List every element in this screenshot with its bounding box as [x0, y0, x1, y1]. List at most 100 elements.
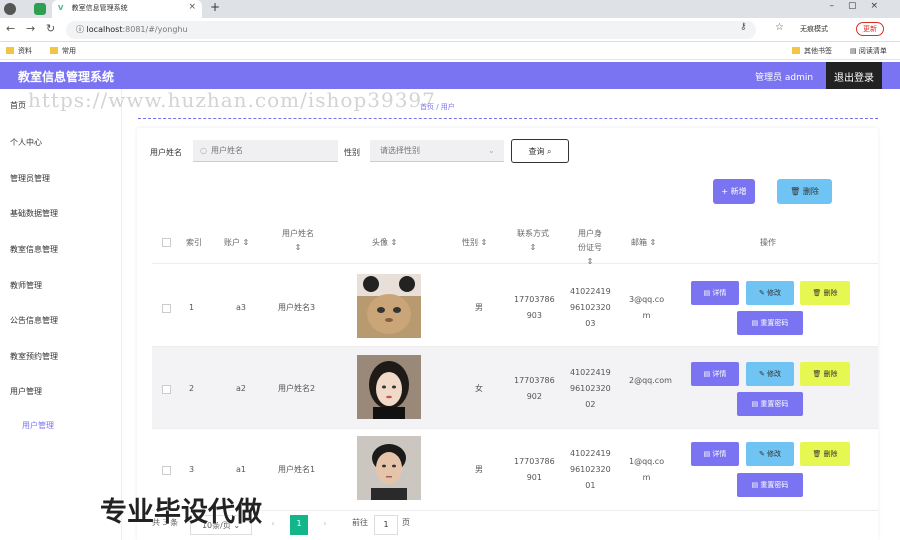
back-icon[interactable]: ← [6, 22, 15, 35]
app-header: 教室信息管理系统 管理员 admin 退出登录 [0, 62, 900, 89]
url-host: localhost [86, 25, 123, 34]
prev-page-icon[interactable]: ‹ [264, 515, 282, 535]
row-checkbox[interactable] [162, 466, 171, 475]
edit-button[interactable]: ✎ 修改 [746, 281, 794, 305]
detail-button[interactable]: ▤ 详情 [691, 362, 739, 386]
page-number-active[interactable]: 1 [290, 515, 308, 535]
reading-list-icon: ▤ [850, 47, 859, 55]
detail-button[interactable]: ▤ 详情 [691, 281, 739, 305]
row-checkbox[interactable] [162, 385, 171, 394]
folder-icon [792, 47, 800, 54]
col-idcard[interactable]: 用户身份证号 ⇕ [575, 227, 605, 269]
gender-filter-label: 性别 [344, 148, 360, 157]
sidebar-item-notices[interactable]: 公告信息管理 [10, 315, 58, 326]
reset-password-button[interactable]: ▤ 重置密码 [737, 311, 803, 335]
cell-account: a1 [236, 465, 246, 474]
overlay-ad-text: 专业毕设代做 [100, 497, 262, 528]
sidebar-item-teachers[interactable]: 教师管理 [10, 280, 42, 291]
goto-page-input[interactable]: 1 [374, 515, 398, 535]
name-filter-label: 用户姓名 [150, 148, 182, 157]
cell-name: 用户姓名1 [278, 465, 316, 474]
key-icon[interactable]: ⚷ [740, 22, 747, 32]
sort-icon[interactable]: ⇕ [243, 238, 250, 247]
delete-button[interactable]: 🗑 删除 [800, 442, 850, 466]
cell-phone: 17703786 902 [514, 376, 555, 401]
select-all-checkbox[interactable] [162, 238, 171, 247]
cell-account: a3 [236, 303, 246, 312]
watermark-text: https://www.huzhan.com/ishop39397 [28, 88, 436, 112]
search-icon: ⌕ [547, 147, 552, 156]
cell-email: 1@qq.co m [629, 457, 665, 482]
folder-icon [50, 47, 58, 54]
bookmark-folder[interactable]: 其他书签 [792, 46, 832, 56]
folder-icon [6, 47, 14, 54]
batch-delete-button[interactable]: 🗑 删除 [777, 179, 832, 204]
window-controls[interactable]: –▢× [829, 1, 892, 11]
sort-icon[interactable]: ⇕ [295, 243, 302, 252]
col-gender[interactable]: 性别 ⇕ [462, 236, 487, 250]
logout-button[interactable]: 退出登录 [826, 62, 882, 89]
cell-account: a2 [236, 384, 246, 393]
cell-index: 2 [189, 384, 195, 393]
next-page-icon[interactable]: › [316, 515, 334, 535]
col-index: 索引 [186, 238, 202, 247]
sort-icon[interactable]: ⇕ [530, 243, 537, 252]
browser-tab-active[interactable]: V 教室信息管理系统 × [52, 0, 202, 18]
url-input[interactable]: ⓘ localhost:8081/#/yonghu [66, 21, 756, 39]
col-email[interactable]: 邮箱 ⇕ [631, 236, 656, 250]
sidebar-item-basedata[interactable]: 基础数据管理 [10, 208, 58, 219]
query-button[interactable]: 查询 ⌕ [511, 139, 569, 163]
divider [138, 118, 878, 119]
reset-password-button[interactable]: ▤ 重置密码 [737, 473, 803, 497]
star-icon[interactable]: ☆ [775, 22, 784, 33]
sidebar-item-admins[interactable]: 管理员管理 [10, 173, 50, 184]
delete-button[interactable]: 🗑 删除 [800, 281, 850, 305]
add-button[interactable]: + 新增 [713, 179, 755, 204]
new-tab-icon[interactable]: + [210, 0, 220, 14]
edit-button[interactable]: ✎ 修改 [746, 442, 794, 466]
cell-phone: 17703786 903 [514, 295, 555, 320]
sidebar-subitem-users[interactable]: 用户管理 [22, 420, 54, 431]
name-search-input[interactable] [193, 140, 338, 162]
sidebar-item-reservations[interactable]: 教室预约管理 [10, 351, 58, 362]
col-name[interactable]: 用户姓名 ⇕ [278, 227, 318, 255]
trash-icon: 🗑 [790, 187, 803, 196]
reset-password-button[interactable]: ▤ 重置密码 [737, 392, 803, 416]
incognito-label[interactable]: 无痕模式 [800, 24, 828, 34]
avatar-woman-image [357, 355, 421, 419]
sidebar-item-users[interactable]: 用户管理 [10, 386, 42, 397]
reload-icon[interactable]: ↻ [46, 22, 55, 35]
cell-gender: 男 [475, 465, 483, 474]
avatar-cat-image [357, 274, 421, 338]
browser-menu-icon[interactable] [4, 3, 16, 15]
reading-list[interactable]: ▤ 阅读清单 [850, 46, 887, 56]
tab-title: 教室信息管理系统 [71, 4, 128, 12]
delete-button[interactable]: 🗑 删除 [800, 362, 850, 386]
close-tab-icon[interactable]: × [188, 2, 196, 12]
pinned-tab-icon[interactable] [34, 3, 46, 15]
cell-idcard: 41022419 96102320 01 [570, 449, 611, 490]
edit-button[interactable]: ✎ 修改 [746, 362, 794, 386]
update-button[interactable]: 更新 [856, 22, 884, 36]
vue-logo-icon: V [58, 4, 64, 12]
col-phone[interactable]: 联系方式 ⇕ [517, 227, 549, 255]
forward-icon[interactable]: → [26, 22, 35, 35]
sort-icon[interactable]: ⇕ [650, 238, 657, 247]
url-path: :8081/#/yonghu [122, 25, 188, 34]
sidebar-item-profile[interactable]: 个人中心 [10, 137, 42, 148]
gender-select[interactable] [370, 140, 504, 162]
sidebar-item-home[interactable]: 首页 [10, 100, 26, 111]
cell-name: 用户姓名3 [278, 303, 316, 312]
sidebar-item-classrooms[interactable]: 教室信息管理 [10, 244, 58, 255]
col-ops: 操作 [760, 238, 776, 247]
cell-name: 用户姓名2 [278, 384, 316, 393]
detail-button[interactable]: ▤ 详情 [691, 442, 739, 466]
col-account[interactable]: 账户 ⇕ [224, 236, 249, 250]
sort-icon[interactable]: ⇕ [481, 238, 488, 247]
col-avatar[interactable]: 头像 ⇕ [372, 236, 397, 250]
bookmark-folder[interactable]: 资料 [6, 46, 32, 56]
row-checkbox[interactable] [162, 304, 171, 313]
sort-icon[interactable]: ⇕ [391, 238, 398, 247]
bookmark-folder[interactable]: 常用 [50, 46, 76, 56]
cell-index: 1 [189, 303, 195, 312]
